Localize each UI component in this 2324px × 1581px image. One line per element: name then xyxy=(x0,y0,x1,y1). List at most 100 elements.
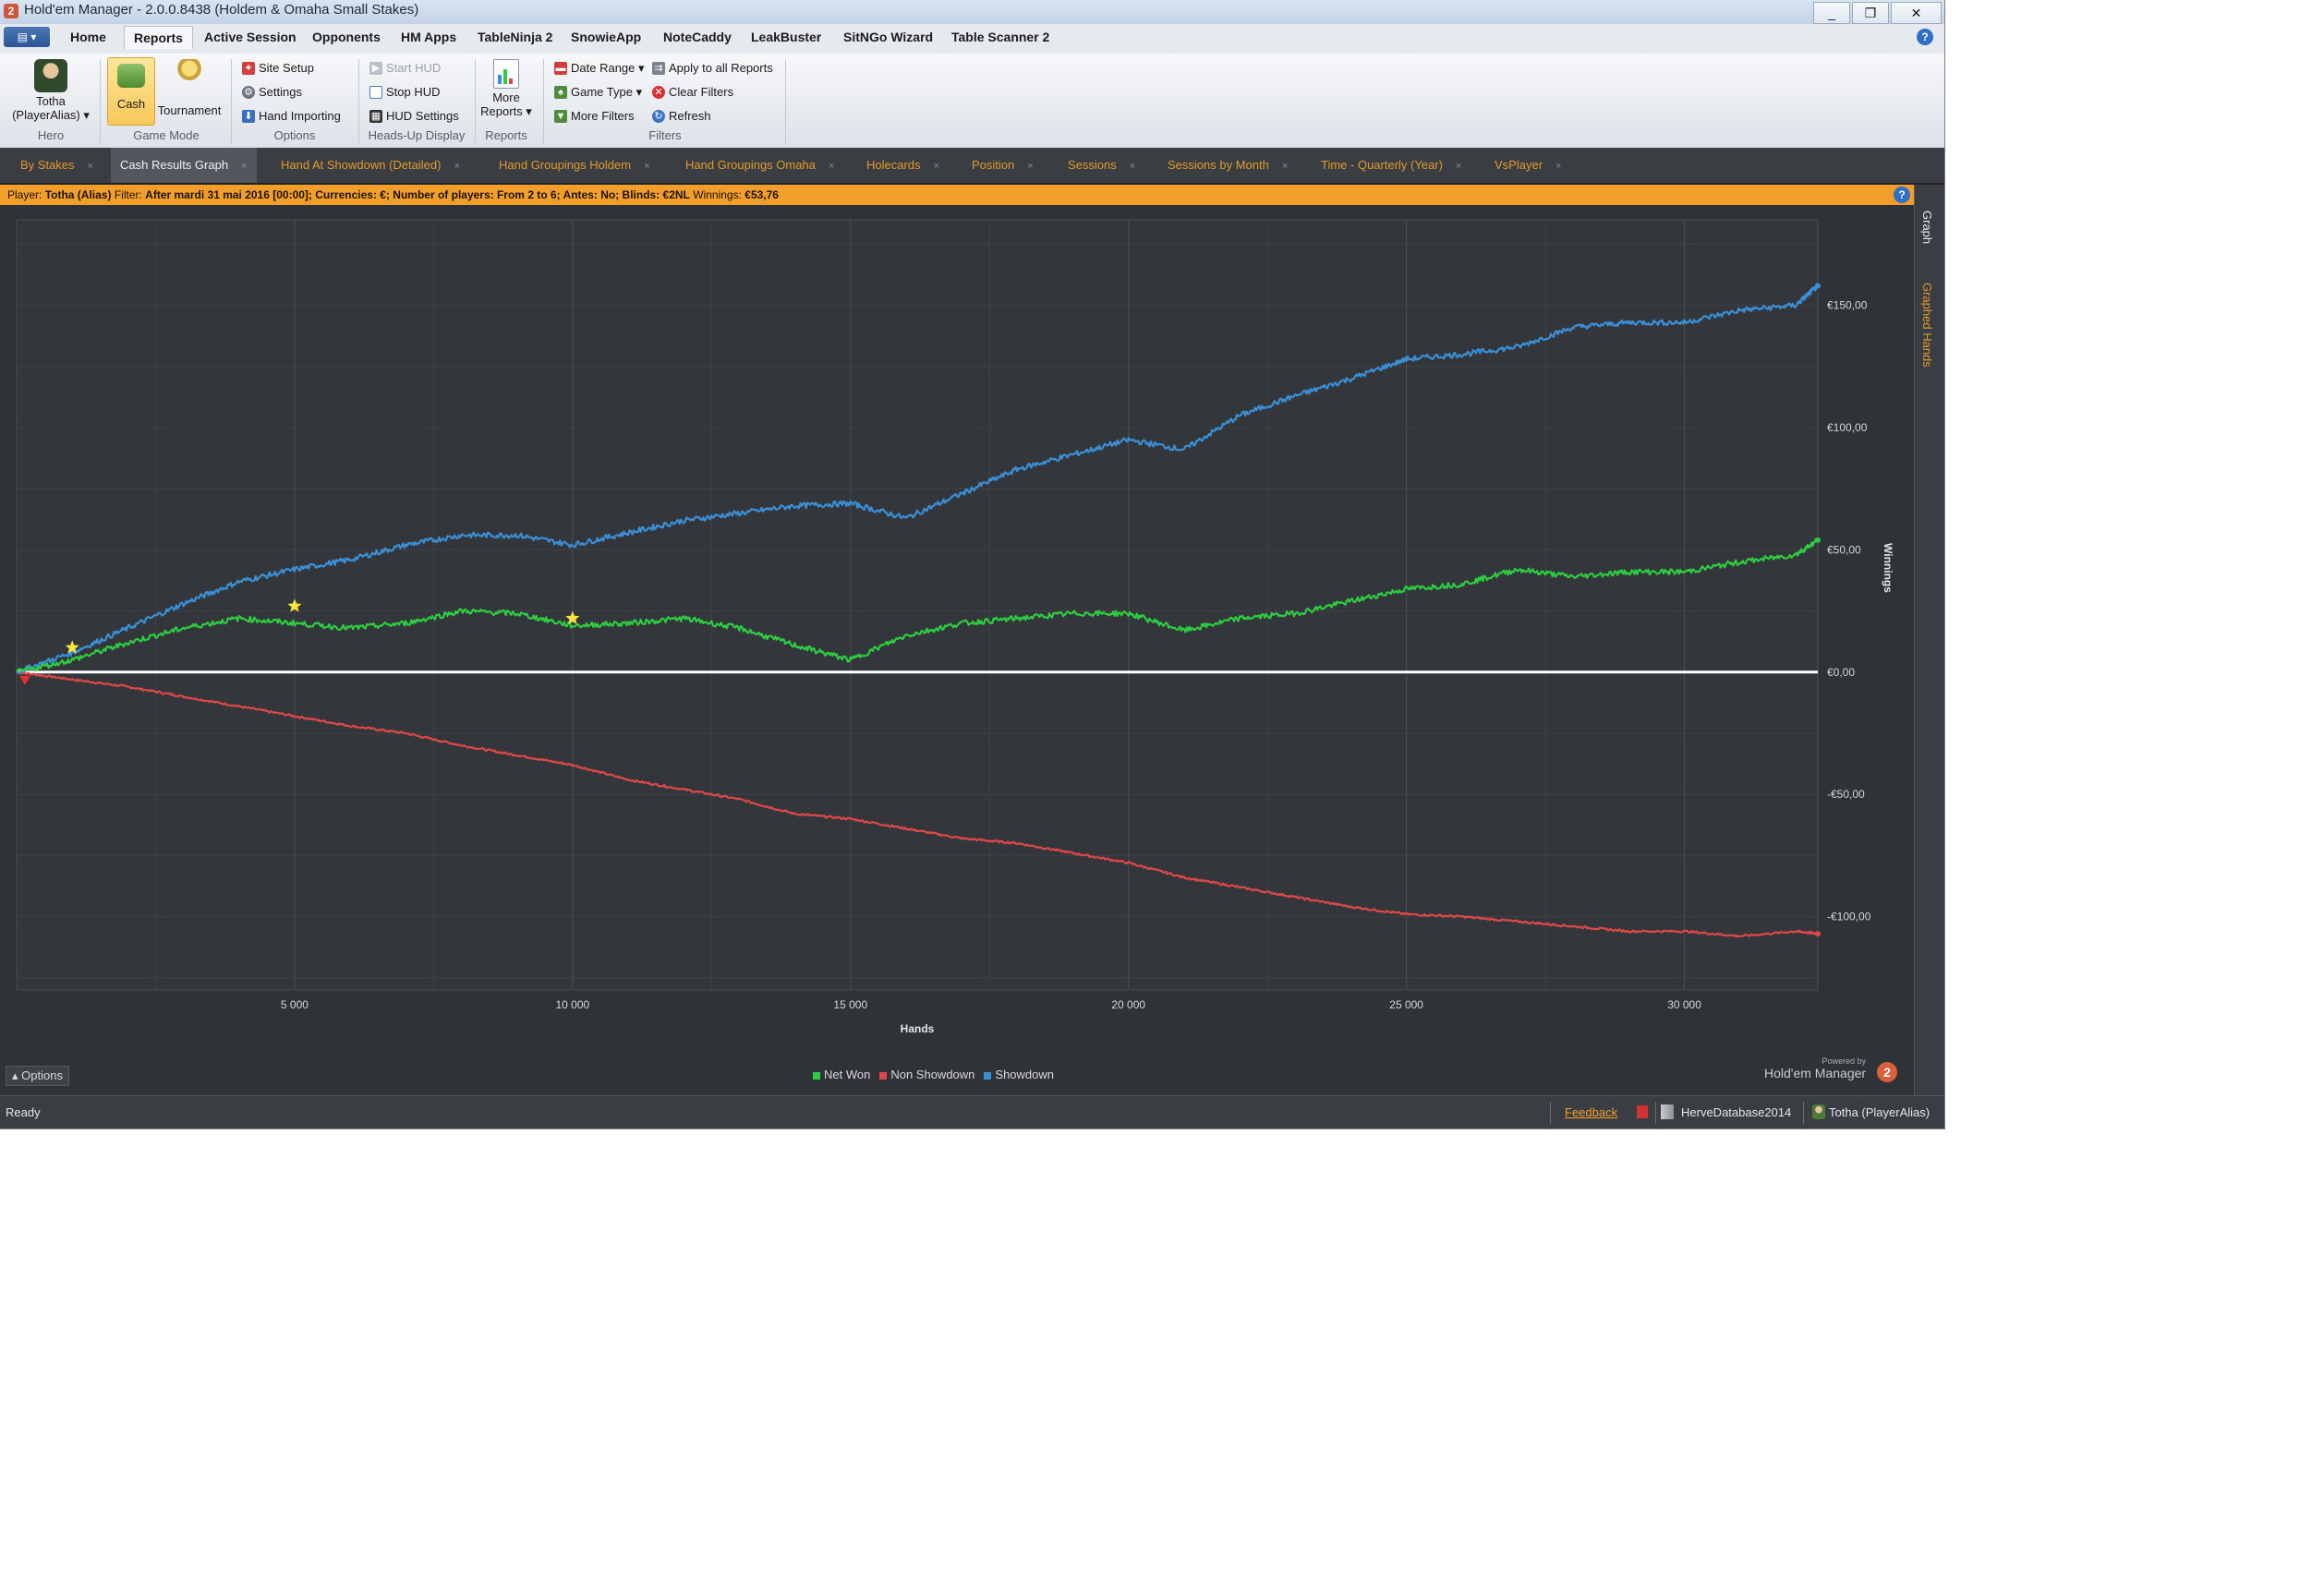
tab-close-icon[interactable]: × xyxy=(644,161,649,172)
report-tab-hand-at-showdown[interactable]: Hand At Showdown (Detailed) × xyxy=(272,148,469,183)
site-setup-button[interactable]: ✦ Site Setup xyxy=(242,61,314,75)
refresh-icon: ↻ xyxy=(652,109,665,123)
minimize-button[interactable]: _ xyxy=(1813,2,1850,24)
refresh-button[interactable]: ↻ Refresh xyxy=(652,109,711,123)
tab-close-icon[interactable]: × xyxy=(934,161,939,172)
tab-close-icon[interactable]: × xyxy=(1130,161,1135,172)
legend-showdown[interactable]: Showdown xyxy=(984,1068,1054,1081)
apply-all-reports-button[interactable]: ⇉ Apply to all Reports xyxy=(652,61,773,75)
flag-icon[interactable] xyxy=(1637,1105,1648,1118)
tab-close-icon[interactable]: × xyxy=(829,161,834,172)
tab-sitngo-wizard[interactable]: SitNGo Wizard xyxy=(843,30,933,44)
side-tab-graph[interactable]: Graph xyxy=(1920,211,1934,244)
group-label-reports: Reports xyxy=(485,128,527,142)
report-tab-holecards[interactable]: Holecards × xyxy=(857,148,949,183)
winnings-value: €53,76 xyxy=(744,188,779,201)
cash-icon xyxy=(117,64,145,88)
tab-home[interactable]: Home xyxy=(70,30,106,44)
restore-button[interactable]: ❐ xyxy=(1852,2,1889,24)
y-tick-label: €100,00 xyxy=(1827,421,1868,434)
group-label-hero: Hero xyxy=(37,128,65,142)
report-tab-time-quarterly[interactable]: Time - Quarterly (Year) × xyxy=(1312,148,1471,183)
y-tick-label: -€50,00 xyxy=(1827,788,1865,801)
tab-opponents[interactable]: Opponents xyxy=(312,30,381,44)
tab-close-icon[interactable]: × xyxy=(454,161,459,172)
tab-hm-apps[interactable]: HM Apps xyxy=(401,30,456,44)
tab-close-icon[interactable]: × xyxy=(1555,161,1561,172)
report-tab-hand-groupings-omaha[interactable]: Hand Groupings Omaha × xyxy=(676,148,843,183)
x-axis-label: Hands xyxy=(901,1022,935,1035)
report-tab-by-stakes[interactable]: By Stakes × xyxy=(11,148,103,183)
tab-close-icon[interactable]: × xyxy=(1027,161,1033,172)
cash-mode-button[interactable]: Cash xyxy=(107,57,155,126)
tab-notecaddy[interactable]: NoteCaddy xyxy=(663,30,732,44)
more-reports-label-2: Reports ▾ xyxy=(480,104,532,118)
report-tab-hand-groupings-holdem[interactable]: Hand Groupings Holdem × xyxy=(490,148,660,183)
options-label: Options xyxy=(21,1068,63,1082)
settings-label: Settings xyxy=(259,85,302,99)
report-tab-vsplayer[interactable]: VsPlayer × xyxy=(1485,148,1570,183)
ribbon-tab-row: ▤ ▾ Home Reports Active Session Opponent… xyxy=(0,24,1944,54)
help-icon[interactable]: ? xyxy=(1917,29,1933,45)
app-icon[interactable]: 2 xyxy=(4,4,18,18)
brand-name: Hold'em Manager xyxy=(1764,1066,1867,1080)
tab-snowieapp[interactable]: SnowieApp xyxy=(571,30,641,44)
tab-active-session[interactable]: Active Session xyxy=(204,30,297,44)
tab-tableninja[interactable]: TableNinja 2 xyxy=(478,30,552,44)
cards-icon: ♠ xyxy=(554,86,567,99)
calendar-icon: ▬ xyxy=(554,62,567,75)
x-tick-label: 10 000 xyxy=(556,998,590,1011)
date-range-button[interactable]: ▬ Date Range ▾ xyxy=(554,61,645,76)
game-type-button[interactable]: ♠ Game Type ▾ xyxy=(554,85,642,100)
feedback-link[interactable]: Feedback xyxy=(1565,1105,1617,1119)
tab-close-icon[interactable]: × xyxy=(88,161,93,172)
hero-button[interactable]: Totha (PlayerAlias) ▾ xyxy=(9,59,92,123)
report-tab-sessions-by-month[interactable]: Sessions by Month × xyxy=(1158,148,1297,183)
x-tick-label: 30 000 xyxy=(1667,998,1701,1011)
app-window: 2 Hold'em Manager - 2.0.0.8438 (Holdem &… xyxy=(0,0,1945,1129)
legend-net-won[interactable]: Net Won xyxy=(813,1068,870,1081)
title-bar: 2 Hold'em Manager - 2.0.0.8438 (Holdem &… xyxy=(0,0,1944,25)
start-hud-button[interactable]: ▶ Start HUD xyxy=(369,61,441,75)
game-type-label: Game Type ▾ xyxy=(571,85,643,99)
tournament-mode-button[interactable]: Tournament xyxy=(155,59,224,117)
group-label-filters: Filters xyxy=(648,128,682,142)
y-tick-label: €0,00 xyxy=(1827,666,1855,679)
close-button[interactable]: ✕ xyxy=(1891,2,1942,24)
more-reports-label-1: More xyxy=(492,91,520,104)
tab-table-scanner[interactable]: Table Scanner 2 xyxy=(951,30,1049,44)
x-tick-label: 20 000 xyxy=(1111,998,1145,1011)
tab-reports[interactable]: Reports xyxy=(124,26,193,49)
side-tab-graphed-hands[interactable]: Graphed Hands xyxy=(1920,283,1934,368)
report-tabs: By Stakes × Cash Results Graph × Hand At S… xyxy=(0,148,1944,185)
site-setup-icon: ✦ xyxy=(242,61,255,75)
more-filters-button[interactable]: ▼ More Filters xyxy=(554,109,635,123)
x-tick-label: 25 000 xyxy=(1389,998,1423,1011)
more-reports-button[interactable]: More Reports ▾ xyxy=(478,59,534,119)
app-menu-button[interactable]: ▤ ▾ xyxy=(4,27,50,47)
stop-hud-button[interactable]: Stop HUD xyxy=(369,85,441,99)
status-player[interactable]: Totha (PlayerAlias) xyxy=(1829,1105,1930,1119)
report-tab-sessions[interactable]: Sessions × xyxy=(1059,148,1144,183)
trophy-icon xyxy=(176,59,203,91)
tab-leakbuster[interactable]: LeakBuster xyxy=(751,30,821,44)
tab-close-icon[interactable]: × xyxy=(1456,161,1461,172)
hand-importing-button[interactable]: ⬇ Hand Importing xyxy=(242,109,341,123)
hud-settings-button[interactable]: ▦ HUD Settings xyxy=(369,109,459,123)
clear-icon: ✕ xyxy=(652,85,665,99)
legend-non-showdown[interactable]: Non Showdown xyxy=(879,1068,974,1081)
clear-filters-button[interactable]: ✕ Clear Filters xyxy=(652,85,733,99)
report-tab-cash-results-graph[interactable]: Cash Results Graph × xyxy=(111,148,257,183)
apply-all-label: Apply to all Reports xyxy=(669,61,773,75)
database-name[interactable]: HerveDatabase2014 xyxy=(1681,1105,1791,1119)
tab-close-icon[interactable]: × xyxy=(241,161,247,172)
status-bar: Ready Feedback HerveDatabase2014 Totha (… xyxy=(0,1095,1944,1128)
report-tab-position[interactable]: Position × xyxy=(962,148,1043,183)
settings-button[interactable]: ⚙ Settings xyxy=(242,85,302,99)
tab-close-icon[interactable]: × xyxy=(1282,161,1288,172)
tournament-label: Tournament xyxy=(157,103,222,117)
hero-alias: (PlayerAlias) ▾ xyxy=(12,108,90,122)
import-icon: ⬇ xyxy=(242,109,255,123)
options-button[interactable]: ▴ Options xyxy=(6,1066,69,1086)
filter-help-icon[interactable]: ? xyxy=(1894,187,1910,203)
